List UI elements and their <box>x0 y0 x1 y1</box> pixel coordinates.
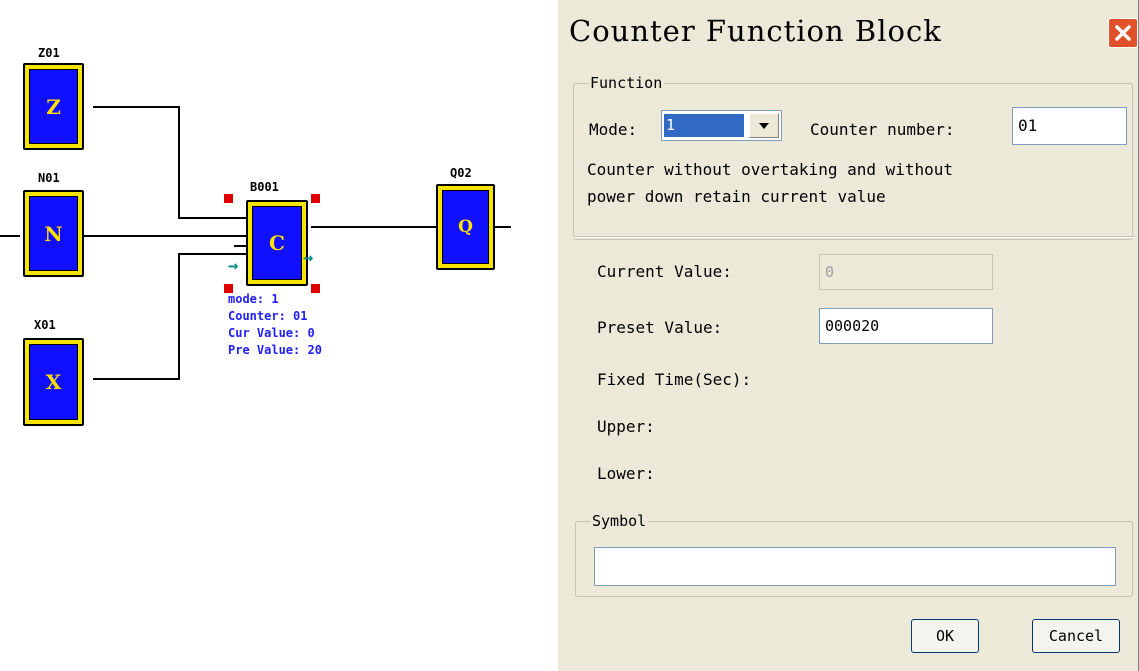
preset-value-label: Preset Value: <box>597 318 723 337</box>
block-label-n01: N01 <box>38 171 60 185</box>
function-block-diagram[interactable]: Z01 Z N01 N X01 X B001 C → → Q02 Q mode:… <box>0 0 550 671</box>
mode-select[interactable]: 1 <box>661 110 782 141</box>
current-value-input: 0 <box>819 254 993 290</box>
current-value-label: Current Value: <box>597 262 732 281</box>
dialog-title: Counter Function Block <box>569 14 942 48</box>
counter-function-block-dialog: Counter Function Block Function Mode: 1 … <box>556 0 1139 671</box>
block-n01[interactable]: N <box>23 190 84 277</box>
block-label-q02: Q02 <box>450 166 472 180</box>
block-label-x01: X01 <box>34 318 56 332</box>
block-b001-counter[interactable]: C <box>246 200 308 286</box>
preset-value-input[interactable]: 000020 <box>819 308 993 344</box>
cancel-button[interactable]: Cancel <box>1032 619 1120 653</box>
divider <box>573 236 1136 238</box>
close-icon <box>1115 25 1131 41</box>
wire <box>493 226 511 228</box>
block-letter: Z <box>29 69 78 144</box>
lower-label: Lower: <box>597 464 655 483</box>
wire <box>83 235 248 237</box>
block-letter: N <box>29 196 78 271</box>
block-letter: Q <box>442 190 489 264</box>
wire <box>178 106 180 218</box>
selection-handle[interactable] <box>311 194 320 203</box>
symbol-group-legend: Symbol <box>590 512 649 530</box>
block-letter: C <box>252 206 302 280</box>
block-q02[interactable]: Q <box>436 184 495 270</box>
block-letter: X <box>29 344 78 420</box>
selection-handle[interactable] <box>224 194 233 203</box>
info-mode: mode: 1 <box>228 292 279 306</box>
mode-dropdown-button[interactable] <box>749 113 779 138</box>
mode-select-value: 1 <box>664 114 744 137</box>
info-counter: Counter: 01 <box>228 309 308 323</box>
input-arrow-icon: → <box>228 256 239 276</box>
function-group-legend: Function <box>588 74 665 92</box>
counter-info: mode: 1 Counter: 01 Cur Value: 0 Pre Val… <box>228 291 322 359</box>
wire <box>0 235 20 237</box>
upper-label: Upper: <box>597 417 655 436</box>
mode-description-line2: power down retain current value <box>587 187 886 206</box>
output-arrow-icon: → <box>303 248 314 268</box>
wire <box>178 253 248 255</box>
chevron-down-icon <box>759 122 769 129</box>
wire <box>311 226 439 228</box>
block-label-z01: Z01 <box>38 46 60 60</box>
close-button[interactable] <box>1108 18 1138 48</box>
counter-number-input[interactable]: 01 <box>1012 107 1127 145</box>
counter-number-label: Counter number: <box>810 120 955 139</box>
symbol-input[interactable] <box>594 547 1116 586</box>
block-x01[interactable]: X <box>23 338 84 426</box>
ok-button[interactable]: OK <box>911 619 979 653</box>
wire <box>93 106 179 108</box>
dialog-titlebar[interactable]: Counter Function Block <box>558 0 1138 62</box>
wire <box>93 378 179 380</box>
mode-label: Mode: <box>589 120 638 139</box>
wire <box>178 253 180 380</box>
info-pre-value: Pre Value: 20 <box>228 343 322 357</box>
mode-description-line1: Counter without overtaking and without <box>587 160 954 179</box>
info-cur-value: Cur Value: 0 <box>228 326 315 340</box>
fixed-time-label: Fixed Time(Sec): <box>597 370 752 389</box>
block-z01[interactable]: Z <box>23 63 84 150</box>
block-label-b001: B001 <box>250 180 279 194</box>
